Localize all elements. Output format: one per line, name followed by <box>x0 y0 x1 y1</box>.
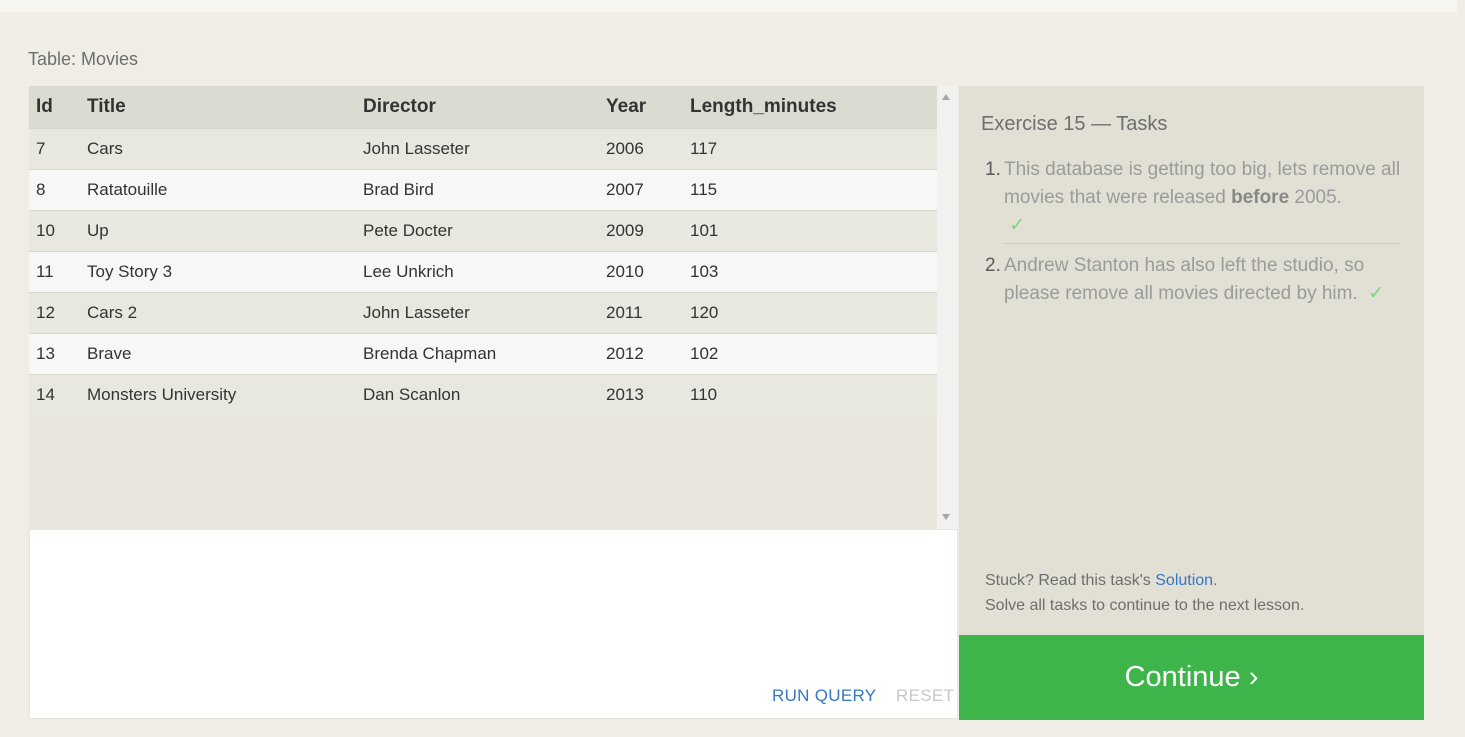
cell-length: 117 <box>690 128 937 170</box>
task-item-1: 1. This database is getting too big, let… <box>985 156 1405 248</box>
cell-year: 2010 <box>606 251 690 293</box>
cell-id: 11 <box>29 251 87 293</box>
run-query-button[interactable]: RUN QUERY <box>772 686 876 706</box>
table-row: 11 Toy Story 3 Lee Unkrich 2010 103 <box>29 251 937 293</box>
task-number: 2. <box>985 255 1001 276</box>
task-number: 1. <box>985 159 1001 180</box>
cell-title: Monsters University <box>87 374 363 415</box>
cell-title: Cars 2 <box>87 292 363 334</box>
cell-director: Lee Unkrich <box>363 251 606 293</box>
cell-director: Pete Docter <box>363 210 606 252</box>
task-text-bold: before <box>1231 187 1290 208</box>
cell-director: Brad Bird <box>363 169 606 211</box>
cell-length: 120 <box>690 292 937 334</box>
column-header-id: Id <box>29 86 87 129</box>
column-header-director: Director <box>363 86 606 129</box>
help-suffix: . <box>1213 572 1218 589</box>
cell-director: Dan Scanlon <box>363 374 606 415</box>
cell-year: 2006 <box>606 128 690 170</box>
checkmark-icon: ✓ <box>1009 215 1026 236</box>
cell-id: 14 <box>29 374 87 415</box>
task-item-2: 2. Andrew Stanton has also left the stud… <box>985 252 1405 322</box>
table-header-row: Id Title Director Year Length_minutes <box>29 86 937 129</box>
cell-year: 2013 <box>606 374 690 415</box>
cell-id: 10 <box>29 210 87 252</box>
tasks-title: Exercise 15 — Tasks <box>981 113 1168 135</box>
cell-length: 103 <box>690 251 937 293</box>
top-bar <box>0 0 1457 12</box>
help-line-2: Solve all tasks to continue to the next … <box>985 597 1305 614</box>
scroll-up-arrow-icon[interactable] <box>942 94 950 100</box>
cell-id: 7 <box>29 128 87 170</box>
query-editor[interactable]: RUN QUERY RESET <box>29 529 958 719</box>
table-row: 7 Cars John Lasseter 2006 117 <box>29 128 937 170</box>
cell-id: 13 <box>29 333 87 375</box>
task-text: This database is getting too big, lets r… <box>1004 156 1404 240</box>
table-row: 8 Ratatouille Brad Bird 2007 115 <box>29 169 937 211</box>
cell-id: 8 <box>29 169 87 211</box>
column-header-length: Length_minutes <box>690 86 937 129</box>
cell-id: 12 <box>29 292 87 334</box>
solution-link[interactable]: Solution <box>1155 572 1213 589</box>
results-scrollbar[interactable] <box>937 86 958 529</box>
cell-year: 2009 <box>606 210 690 252</box>
cell-title: Up <box>87 210 363 252</box>
cell-title: Cars <box>87 128 363 170</box>
help-text: Stuck? Read this task's Solution. Solve … <box>985 568 1304 618</box>
task-divider <box>1004 243 1401 244</box>
reset-button[interactable]: RESET <box>896 686 954 706</box>
continue-button[interactable]: Continue › <box>959 635 1424 720</box>
table-body: 7 Cars John Lasseter 2006 117 8 Ratatouille Bra… <box>29 128 937 415</box>
help-prefix: Stuck? Read this task's <box>985 572 1156 589</box>
cell-year: 2012 <box>606 333 690 375</box>
tasks-panel: Exercise 15 — Tasks 1. This database is … <box>959 86 1424 635</box>
task-text-part: Andrew Stanton has also left the studio,… <box>1004 255 1365 304</box>
cell-length: 102 <box>690 333 937 375</box>
scroll-down-arrow-icon[interactable] <box>942 514 950 520</box>
cell-title: Toy Story 3 <box>87 251 363 293</box>
table-row: 14 Monsters University Dan Scanlon 2013 110 <box>29 374 937 415</box>
cell-length: 110 <box>690 374 937 415</box>
cell-director: Brenda Chapman <box>363 333 606 375</box>
results-panel: Id Title Director Year Length_minutes 7C… <box>29 86 958 529</box>
cell-year: 2007 <box>606 169 690 211</box>
column-header-title: Title <box>87 86 363 129</box>
table-row: 13 Brave Brenda Chapman 2012 102 <box>29 333 937 375</box>
cell-year: 2011 <box>606 292 690 334</box>
task-text-part: 2005. <box>1289 187 1342 208</box>
cell-length: 101 <box>690 210 937 252</box>
table-caption: Table: Movies <box>28 49 139 69</box>
cell-length: 115 <box>690 169 937 211</box>
task-text: Andrew Stanton has also left the studio,… <box>1004 252 1404 308</box>
cell-title: Brave <box>87 333 363 375</box>
column-header-year: Year <box>606 86 690 129</box>
cell-director: John Lasseter <box>363 128 606 170</box>
results-table: Id Title Director Year Length_minutes 7C… <box>29 86 937 415</box>
table-row: 10 Up Pete Docter 2009 101 <box>29 210 937 252</box>
checkmark-icon: ✓ <box>1368 283 1385 304</box>
cell-title: Ratatouille <box>87 169 363 211</box>
cell-director: John Lasseter <box>363 292 606 334</box>
table-row: 12 Cars 2 John Lasseter 2011 120 <box>29 292 937 334</box>
